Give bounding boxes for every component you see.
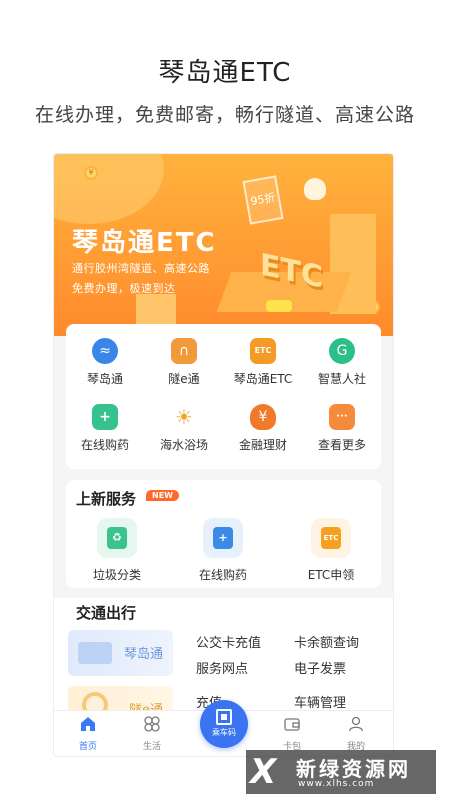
etc-card-icon: ETC xyxy=(321,527,341,549)
card-icon xyxy=(78,642,112,664)
new-badge: NEW xyxy=(146,490,179,501)
transit-card-qindaotong[interactable]: 琴岛通 xyxy=(68,630,173,676)
grid-label: 查看更多 xyxy=(317,438,366,452)
tab-label: 首页 xyxy=(78,742,97,752)
link-e-invoice[interactable]: 电子发票 xyxy=(294,658,346,677)
medicine-icon: + xyxy=(213,527,233,549)
grid-label: 智慧人社 xyxy=(317,372,366,386)
service-medicine[interactable]: + 在线购药 xyxy=(178,518,268,583)
grid-item-beach[interactable]: ☀ 海水浴场 xyxy=(145,404,223,453)
discount-tag: 95折 xyxy=(242,175,284,225)
card-label: 琴岛通 xyxy=(123,647,163,662)
section-title: 交通出行 xyxy=(76,604,137,622)
banner-line2: 免费办理，极速到达 xyxy=(72,282,176,295)
quick-grid: ≈ 琴岛通 ∩ 隧e通 ETC 琴岛通ETC G 智慧人社 + 在线购药 ☀ 海… xyxy=(66,324,381,469)
tab-mine[interactable]: 我的 xyxy=(326,715,386,752)
grid-item-qindaotong[interactable]: ≈ 琴岛通 xyxy=(66,338,144,387)
service-icon-bg: ♻ xyxy=(97,518,137,558)
tab-card-wallet[interactable]: 卡包 xyxy=(262,715,322,752)
grid-label: 琴岛通ETC xyxy=(233,372,293,386)
grid-item-more[interactable]: ··· 查看更多 xyxy=(303,404,381,453)
section-title: 上新服务 xyxy=(76,490,137,508)
link-service-outlets[interactable]: 服务网点 xyxy=(196,658,248,677)
grid-label: 琴岛通 xyxy=(86,372,123,386)
tab-home[interactable]: 首页 xyxy=(58,715,118,752)
grid-item-medicine[interactable]: + 在线购药 xyxy=(66,404,144,453)
tunnel-icon: ∩ xyxy=(171,338,197,364)
grid-item-finance[interactable]: ¥ 金融理财 xyxy=(224,404,302,453)
social-security-icon: G xyxy=(329,338,355,364)
watermark-url: www.xlhs.com xyxy=(298,779,375,789)
wallet-icon xyxy=(284,718,300,731)
beach-sun-icon: ☀ xyxy=(171,404,197,430)
coin-icon: ¥ xyxy=(84,166,98,180)
service-etc-apply[interactable]: ETC ETC申领 xyxy=(286,518,376,583)
grid-item-etc[interactable]: ETC 琴岛通ETC xyxy=(224,338,302,387)
service-label: 垃圾分类 xyxy=(92,568,141,582)
watermark-text: 新绿资源网 xyxy=(296,757,411,781)
link-bus-card-recharge[interactable]: 公交卡充值 xyxy=(196,632,261,651)
car-icon xyxy=(266,300,292,312)
ride-code-label: 乘车码 xyxy=(212,728,236,737)
ride-code-button[interactable]: 乘车码 xyxy=(200,700,248,748)
new-services-card: 上新服务 NEW ♻ 垃圾分类 + 在线购药 ETC ETC申领 xyxy=(66,480,381,588)
medicine-icon: + xyxy=(92,404,118,430)
iso-block xyxy=(136,294,176,324)
service-label: 在线购药 xyxy=(198,568,247,582)
recycle-bin-icon: ♻ xyxy=(107,527,127,549)
banner-line1: 通行胶州湾隧道、高速公路 xyxy=(72,262,210,275)
wave-logo-icon: ≈ xyxy=(92,338,118,364)
banner-title: 琴岛通ETC xyxy=(72,228,217,258)
grid-item-suietong[interactable]: ∩ 隧e通 xyxy=(145,338,223,387)
link-vehicle-management[interactable]: 车辆管理 xyxy=(294,692,346,711)
phone-screenshot: ¥ ¥ 95折 ETC 琴岛通ETC 通行胶州湾隧道、高速公路 免费办理，极速到… xyxy=(54,154,393,756)
service-icon-bg: + xyxy=(203,518,243,558)
grid-item-smart-social[interactable]: G 智慧人社 xyxy=(303,338,381,387)
link-balance-query[interactable]: 卡余额查询 xyxy=(294,632,359,651)
tab-life[interactable]: 生活 xyxy=(122,715,182,752)
home-icon xyxy=(81,717,95,731)
grid-label: 海水浴场 xyxy=(159,438,208,452)
etc-card-icon: ETC xyxy=(250,338,276,364)
page-headline: 琴岛通ETC xyxy=(158,58,292,88)
money-bag-icon: ¥ xyxy=(250,404,276,430)
site-watermark: Ⅹ 新绿资源网 www.xlhs.com xyxy=(246,750,436,794)
parachute-icon xyxy=(304,178,326,200)
grid-label: 在线购药 xyxy=(80,438,129,452)
page-subline: 在线办理，免费邮寄，畅行隧道、高速公路 xyxy=(34,104,415,126)
service-icon-bg: ETC xyxy=(311,518,351,558)
grid-label: 金融理财 xyxy=(238,438,287,452)
service-garbage-sorting[interactable]: ♻ 垃圾分类 xyxy=(72,518,162,583)
clover-icon xyxy=(144,716,160,732)
banner-glow xyxy=(54,154,164,224)
watermark-logo-icon: Ⅹ xyxy=(250,752,277,792)
more-dots-icon: ··· xyxy=(329,404,355,430)
tab-label: 生活 xyxy=(142,742,161,752)
user-icon xyxy=(348,716,364,732)
qr-code-icon xyxy=(216,709,232,725)
grid-label: 隧e通 xyxy=(168,372,200,386)
hero-banner[interactable]: ¥ ¥ 95折 ETC 琴岛通ETC 通行胶州湾隧道、高速公路 免费办理，极速到… xyxy=(54,154,393,336)
service-label: ETC申领 xyxy=(307,568,355,582)
